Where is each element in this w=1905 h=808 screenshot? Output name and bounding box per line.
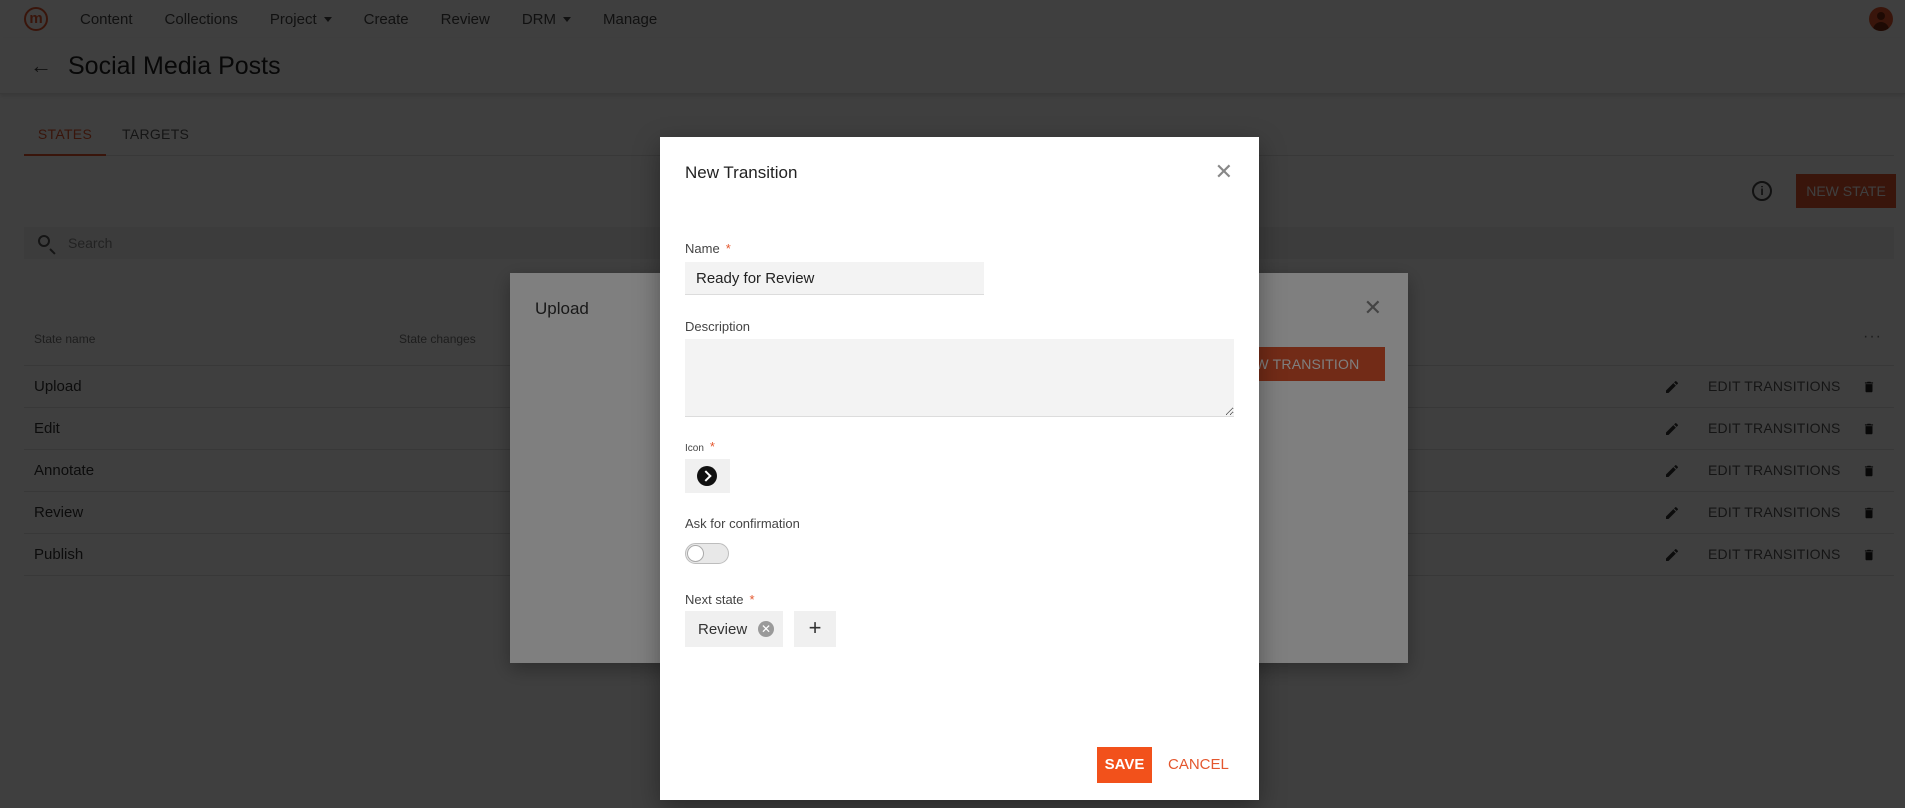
confirmation-toggle[interactable] (685, 543, 729, 564)
next-state-label: Next state * (685, 592, 755, 607)
toggle-knob (687, 545, 704, 562)
label-text: Next state (685, 592, 744, 607)
confirmation-label: Ask for confirmation (685, 516, 800, 531)
required-marker: * (725, 241, 731, 256)
cancel-button[interactable]: CANCEL (1168, 747, 1229, 783)
icon-picker-button[interactable] (685, 459, 730, 493)
label-text: Name (685, 241, 720, 256)
add-next-state-button[interactable]: + (794, 611, 836, 647)
new-transition-dialog: New Transition ✕ Name * Description Icon *… (660, 137, 1259, 800)
required-marker: * (709, 439, 715, 454)
name-field[interactable] (685, 262, 984, 295)
close-icon[interactable]: ✕ (1215, 161, 1233, 183)
dialog-title: New Transition (685, 163, 798, 182)
name-label: Name * (685, 241, 731, 256)
chip-label: Review (698, 621, 748, 638)
icon-label: Icon * (685, 439, 715, 454)
remove-chip-icon[interactable]: ✕ (758, 621, 774, 637)
required-marker: * (749, 592, 755, 607)
description-label: Description (685, 319, 751, 334)
next-state-chip: Review ✕ (685, 611, 783, 647)
arrow-circle-right-icon (697, 466, 717, 486)
save-button[interactable]: SAVE (1097, 747, 1152, 783)
description-field[interactable] (685, 339, 1234, 417)
label-text: Icon (685, 443, 704, 454)
